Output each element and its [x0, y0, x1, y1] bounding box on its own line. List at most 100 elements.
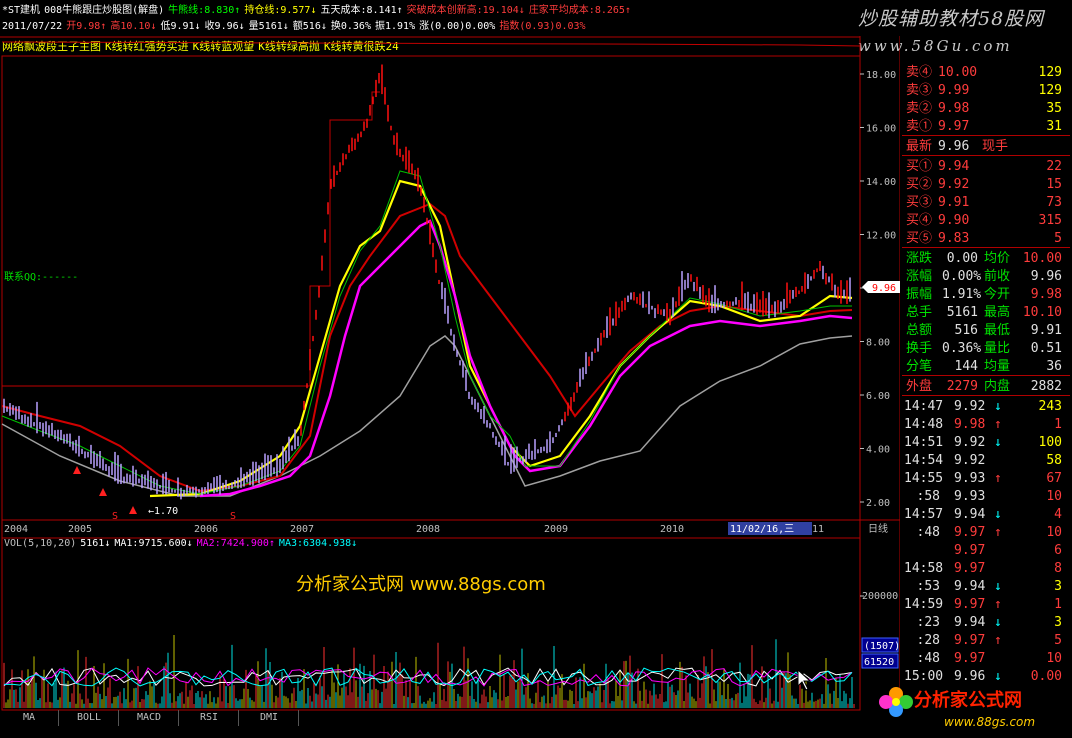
buy-level-label: 买⑤ — [906, 231, 933, 246]
sell-level-price: 9.97 — [938, 119, 970, 134]
sell-level-label: 卖① — [906, 119, 933, 134]
tick-price: 9.94 — [954, 615, 986, 630]
tick-time: 14:47 — [904, 399, 944, 414]
stat-row: 总额 516 最低 9.91 — [902, 322, 1070, 339]
main-chart-area[interactable]: 18.0016.0014.0012.0010.008.006.004.002.0… — [0, 36, 900, 712]
ohlc-field: 2011/07/22 — [2, 21, 63, 32]
tick-volume: 1 — [1054, 597, 1062, 612]
site-watermark: 分析家公式网 www.88gs.com — [296, 574, 546, 595]
volume-legend-item: MA3:6304.938↓ — [278, 538, 358, 549]
tab-dmi[interactable]: DMI — [240, 710, 299, 726]
indicator-tabs: MA BOLL MACD RSI DMI — [0, 710, 860, 726]
stat-value: 516 — [954, 323, 978, 338]
tick-time: :48 — [916, 651, 940, 666]
volume-box-2: 61520 — [864, 657, 894, 668]
tick-price: 9.98 — [954, 417, 986, 432]
date-axis-label: 日线 — [868, 522, 888, 535]
stat-row: 振幅 1.91% 今开 9.98 — [902, 286, 1070, 303]
price-axis-label: 6.00 — [866, 391, 890, 402]
volume-legend-item: 5161↓ — [80, 538, 111, 549]
header-field: 008牛熊跟庄炒股图(解盘) — [44, 5, 165, 16]
tick-row: 14:57 9.94 ↓ 4 — [902, 506, 1070, 523]
indicator-values-line: *ST建机 008牛熊跟庄炒股图(解盘) 牛熊线:8.830↑ 持仓线:9.577↓ 五… — [2, 4, 635, 17]
outer-label: 外盘 — [906, 379, 933, 394]
tab-macd[interactable]: MACD — [120, 710, 179, 726]
date-axis-label: 2004 — [4, 524, 28, 535]
tab-ma[interactable]: MA — [0, 710, 59, 726]
sell-level-price: 9.98 — [938, 101, 970, 116]
buy-level-volume: 15 — [1046, 177, 1062, 192]
buy-level-row: 买② 9.92 15 — [902, 176, 1070, 193]
stat-label: 最低 — [984, 323, 1011, 338]
date-axis-label: 2006 — [194, 524, 218, 535]
ohlc-field: 收9.96↓ — [204, 21, 245, 32]
inner-label: 内盘 — [984, 379, 1011, 394]
volume-legend-item: MA2:7424.900↑ — [196, 538, 275, 549]
tick-arrow: ↓ — [994, 507, 1002, 522]
tick-row: 14:51 9.92 ↓ 100 — [902, 434, 1070, 451]
breakout-cost-line — [1, 41, 861, 47]
tick-price: 9.94 — [954, 507, 986, 522]
stat-label: 涨幅 — [906, 269, 933, 284]
buy-level-row: 买③ 9.91 73 — [902, 194, 1070, 211]
tick-price: 9.97 — [954, 633, 986, 648]
tick-volume: 10 — [1046, 651, 1062, 666]
ohlc-field: 额516↓ — [292, 21, 327, 32]
tick-volume: 58 — [1046, 453, 1062, 468]
stat-value: 10.10 — [1022, 305, 1062, 320]
sell-level-row: 卖② 9.98 35 — [902, 100, 1070, 117]
tab-rsi[interactable]: RSI — [180, 710, 239, 726]
tick-row: :48 9.97 ↑ 10 — [902, 524, 1070, 541]
tick-price: 9.97 — [954, 561, 986, 576]
price-axis-label: 14.00 — [866, 177, 896, 188]
buy-level-price: 9.91 — [938, 195, 970, 210]
quote-panel: 卖④ 10.00 129 卖③ 9.99 129 卖② 9.98 35 卖① 9.97 31 最新 9.9… — [902, 36, 1070, 684]
tick-row: 14:54 9.92 58 — [902, 452, 1070, 469]
tick-row: 14:58 9.97 8 — [902, 560, 1070, 577]
sell-level-volume: 129 — [1038, 83, 1062, 98]
sell-level-price: 10.00 — [938, 65, 978, 80]
stat-label: 总额 — [906, 323, 933, 338]
tick-volume: 10 — [1046, 489, 1062, 504]
latest-unit: 现手 — [982, 139, 1009, 154]
tick-volume: 8 — [1054, 561, 1062, 576]
tick-time: 14:51 — [904, 435, 944, 450]
outer-inner-row: 外盘 2279 内盘 2882 — [902, 378, 1070, 395]
buy-level-label: 买① — [906, 159, 933, 174]
low-price-marker: ←1.70 — [148, 506, 179, 517]
stat-value: 9.96 — [1030, 269, 1062, 284]
logo-88gs: 分析家公式网 www.88gs.com — [874, 676, 1070, 734]
stat-value: 5161 — [946, 305, 978, 320]
price-axis-label: 8.00 — [866, 338, 890, 349]
low-price-value: 1.70 — [154, 506, 179, 517]
volume-ma-line — [3, 667, 853, 687]
current-price-value: 9.96 — [872, 283, 896, 294]
price-axis-label: 18.00 — [866, 70, 896, 81]
tick-volume: 3 — [1054, 579, 1062, 594]
date-axis-label: 2005 — [68, 524, 92, 535]
divider — [902, 135, 1070, 136]
stat-value: 1.91% — [942, 287, 982, 302]
header-field: 庄家平均成本:8.265↑ — [528, 5, 631, 16]
tick-time: 14:54 — [904, 453, 944, 468]
header-field: 突破成本创新高:19.104↓ — [406, 5, 525, 16]
tab-boll[interactable]: BOLL — [60, 710, 119, 726]
flower-logo-icon — [879, 687, 913, 717]
logo-url: www.88gs.com — [944, 715, 1035, 729]
buy-level-price: 9.92 — [938, 177, 970, 192]
tick-price: 9.93 — [954, 471, 986, 486]
tick-row: :48 9.97 10 — [902, 650, 1070, 667]
header-field: 牛熊线:8.830↑ — [168, 5, 241, 16]
buy-level-volume: 22 — [1046, 159, 1062, 174]
stat-label: 总手 — [906, 305, 933, 320]
buy-level-label: 买④ — [906, 213, 933, 228]
ohlc-field: 高10.10↓ — [110, 21, 157, 32]
ohlc-field: 低9.91↓ — [160, 21, 201, 32]
tick-arrow: ↑ — [994, 471, 1002, 486]
outer-value: 2279 — [946, 379, 978, 394]
contact-label: 联系QQ:------ — [4, 272, 79, 283]
tick-row: 14:59 9.97 ↑ 1 — [902, 596, 1070, 613]
divider — [902, 247, 1070, 248]
sell-level-volume: 35 — [1046, 101, 1062, 116]
latest-price: 9.96 — [938, 139, 970, 154]
